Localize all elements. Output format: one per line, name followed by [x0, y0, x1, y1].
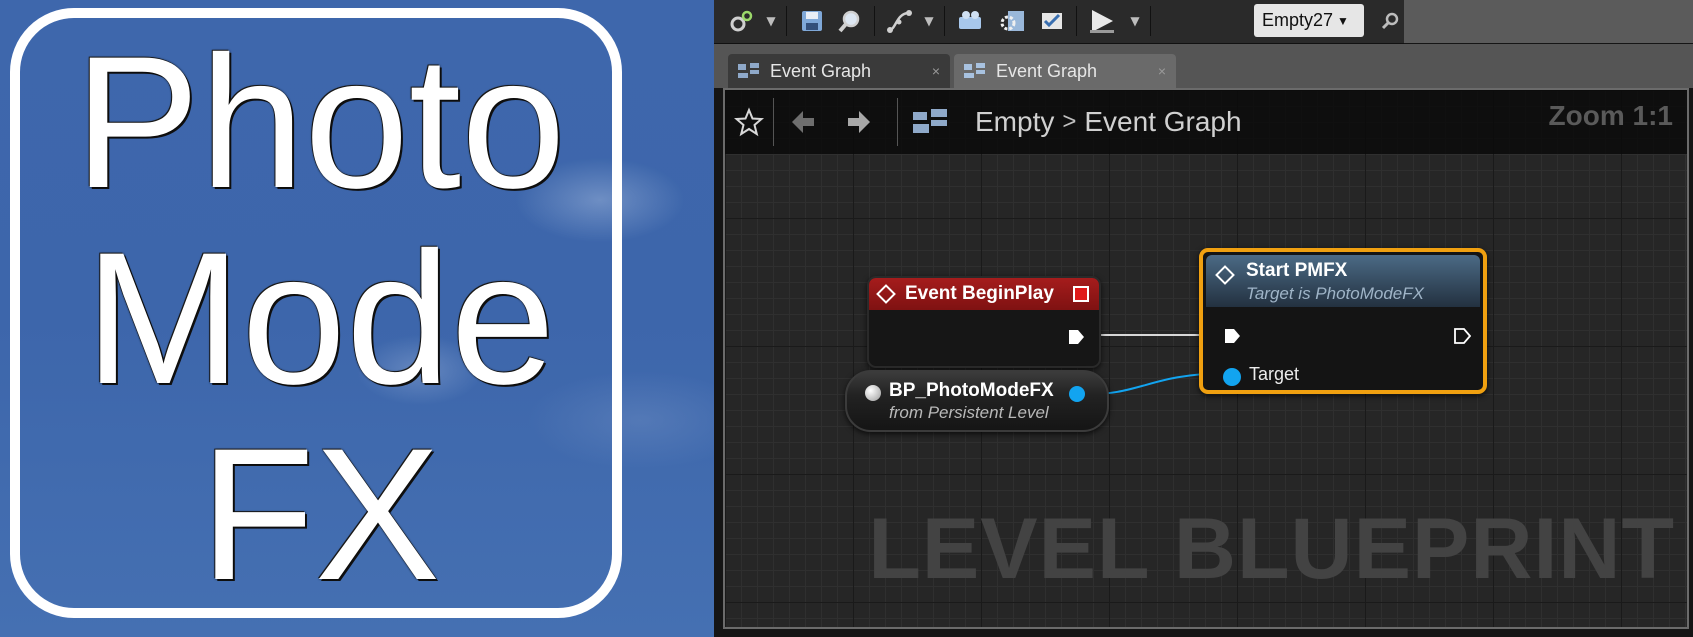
actor-reference-icon	[865, 385, 881, 401]
compile-icon[interactable]	[724, 4, 760, 38]
variable-subtitle: from Persistent Level	[889, 403, 1049, 422]
diff-icon[interactable]	[882, 4, 918, 38]
find-in-blueprint-icon[interactable]	[832, 4, 868, 38]
class-defaults-gear-icon[interactable]	[994, 4, 1030, 38]
diff-options-chevron-icon[interactable]: ▼	[920, 4, 938, 38]
event-graph-canvas[interactable]: Empty > Event Graph Zoom 1:1 LEVEL BLUEP…	[723, 88, 1689, 629]
node-header: Start PMFX Target is PhotoModeFX	[1206, 255, 1480, 307]
browse-search-icon[interactable]	[1372, 4, 1408, 38]
debug-object-dropdown[interactable]: Empty27 ▼	[1254, 4, 1364, 37]
close-icon[interactable]: ×	[932, 63, 940, 79]
target-pin-label: Target	[1249, 364, 1300, 384]
event-diamond-icon	[876, 284, 896, 304]
debug-object-value: Empty27	[1262, 10, 1334, 30]
node-title: Event BeginPlay	[905, 283, 1054, 304]
bp-photomodefx-reference-node[interactable]: BP_PhotoModeFX from Persistent Level	[845, 370, 1109, 432]
toolbar-divider	[874, 6, 875, 36]
tab-event-graph[interactable]: Event Graph ×	[728, 54, 950, 88]
toolbar-divider	[1150, 6, 1151, 36]
start-pmfx-node[interactable]: Start PMFX Target is PhotoModeFX Target	[1199, 248, 1487, 394]
graph-icon	[738, 63, 760, 79]
exec-input-pin[interactable]	[1223, 327, 1241, 345]
graph-icon	[964, 63, 986, 79]
toolbar-divider	[786, 6, 787, 36]
node-title: Start PMFX	[1246, 260, 1348, 281]
logo-word-fx: FX	[199, 409, 441, 619]
play-options-chevron-icon[interactable]: ▼	[1126, 4, 1144, 38]
close-icon[interactable]: ×	[1158, 63, 1166, 79]
chevron-down-icon: ▼	[1337, 13, 1349, 28]
compile-options-chevron-icon[interactable]: ▼	[762, 4, 780, 38]
class-settings-icon[interactable]	[952, 4, 988, 38]
logo-word-photo: Photo	[74, 17, 566, 227]
target-input-pin[interactable]	[1223, 368, 1241, 386]
node-header: Event BeginPlay	[869, 278, 1099, 310]
toolbar-background	[1404, 0, 1693, 43]
photo-mode-fx-logo: Photo Mode FX	[0, 0, 714, 637]
function-diamond-icon	[1215, 265, 1235, 285]
node-subtitle: Target is PhotoModeFX	[1246, 284, 1424, 303]
play-icon[interactable]	[1084, 4, 1120, 38]
object-output-pin[interactable]	[1069, 386, 1085, 402]
toolbar-divider	[1076, 6, 1077, 36]
variable-name: BP_PhotoModeFX	[889, 380, 1054, 401]
tab-label: Event Graph	[996, 60, 1098, 81]
simulation-icon[interactable]	[1034, 4, 1070, 38]
event-beginplay-node[interactable]: Event BeginPlay	[867, 276, 1101, 368]
blueprint-editor: ▼ ▼ ▼ Empty27 ▼ Event Graph × Event Grap…	[714, 0, 1693, 637]
save-icon[interactable]	[794, 4, 830, 38]
exec-output-pin[interactable]	[1453, 327, 1471, 345]
toolbar-divider	[944, 6, 945, 36]
logo-word-mode: Mode	[84, 213, 556, 423]
exec-output-pin[interactable]	[1067, 328, 1085, 346]
tab-event-graph-active[interactable]: Event Graph ×	[954, 54, 1176, 88]
delegate-pin[interactable]	[1073, 286, 1089, 302]
toolbar: ▼ ▼ ▼ Empty27 ▼	[714, 0, 1404, 44]
document-tab-bar: Event Graph × Event Graph ×	[714, 44, 1693, 88]
tab-label: Event Graph	[770, 60, 872, 81]
